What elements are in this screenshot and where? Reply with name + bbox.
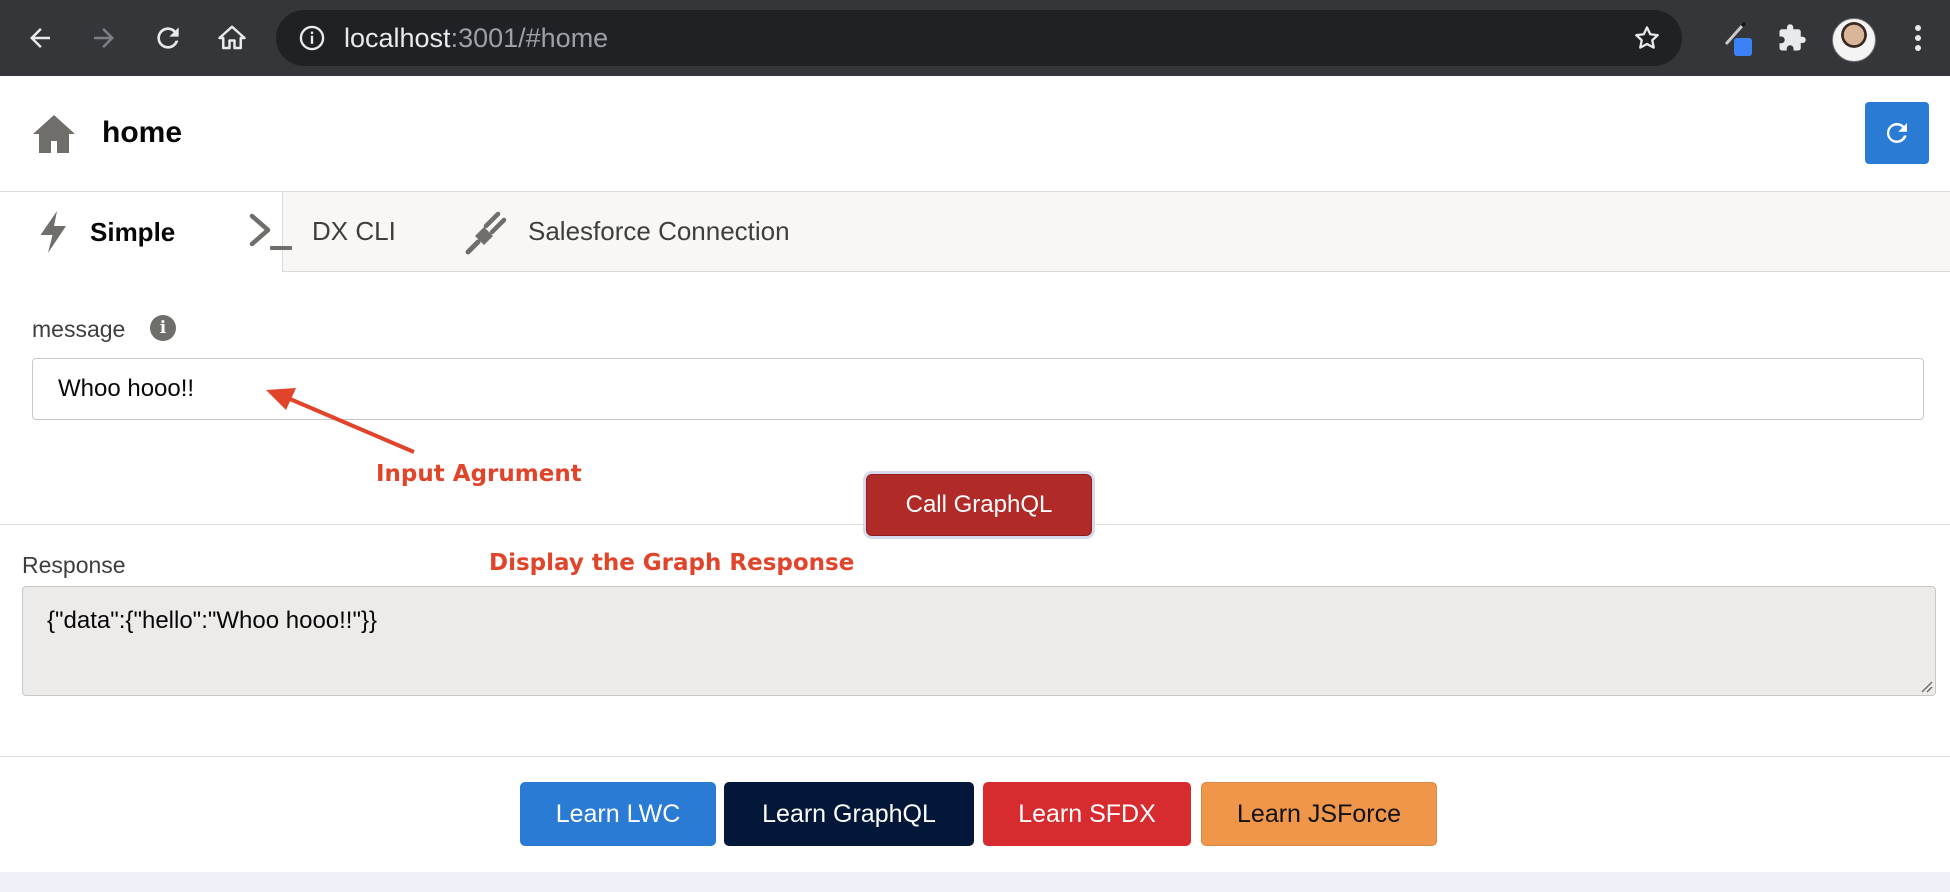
profile-avatar[interactable] <box>1832 18 1876 62</box>
home-nav-icon[interactable] <box>208 14 256 62</box>
reload-icon[interactable] <box>144 14 192 62</box>
back-icon[interactable] <box>16 14 64 62</box>
app-container: home Simple DX CLI Salesforce Connection… <box>0 76 1950 872</box>
response-label: Response <box>22 552 126 578</box>
input-arrow-line <box>289 397 415 454</box>
site-info-icon[interactable] <box>298 24 326 52</box>
page-bottom <box>0 872 1950 892</box>
annotation-input: Input Agrument <box>376 461 582 487</box>
browser-toolbar: localhost:3001/#home <box>0 0 1950 76</box>
url-text: localhost:3001/#home <box>344 24 608 52</box>
forward-icon[interactable] <box>80 14 128 62</box>
url-path: :3001/#home <box>450 23 609 53</box>
extension-pen-icon[interactable] <box>1718 18 1758 58</box>
url-host: localhost <box>344 23 451 53</box>
learn-lwc-button[interactable]: Learn LWC <box>520 782 716 846</box>
learn-graphql-button[interactable]: Learn GraphQL <box>724 782 974 846</box>
call-graphql-button[interactable]: Call GraphQL <box>866 474 1092 536</box>
footer-divider <box>0 756 1950 757</box>
learn-jsforce-button[interactable]: Learn JSForce <box>1201 782 1437 846</box>
menu-kebab-icon[interactable] <box>1898 18 1938 58</box>
annotation-response: Display the Graph Response <box>489 550 855 576</box>
address-bar[interactable]: localhost:3001/#home <box>276 10 1682 66</box>
bookmark-star-icon[interactable] <box>1632 23 1662 53</box>
resize-handle-icon[interactable] <box>1916 676 1934 694</box>
response-textarea[interactable]: {"data":{"hello":"Whoo hooo!!"}} <box>22 586 1936 696</box>
extensions-puzzle-icon[interactable] <box>1772 18 1812 58</box>
learn-sfdx-button[interactable]: Learn SFDX <box>983 782 1191 846</box>
